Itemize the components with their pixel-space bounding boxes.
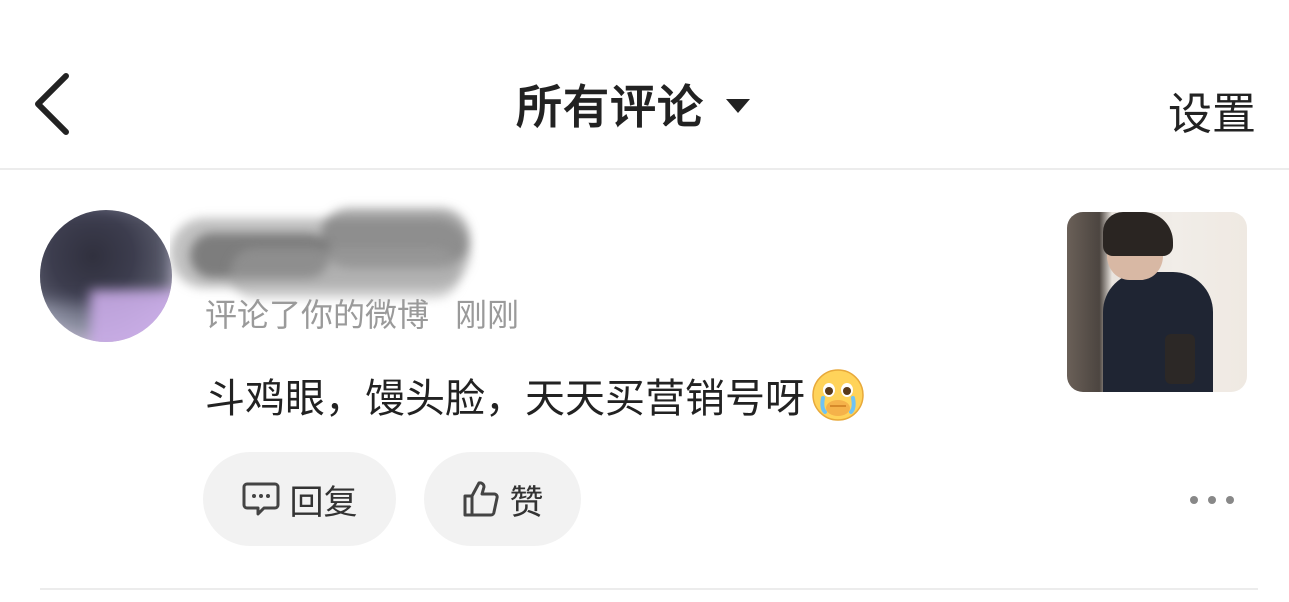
more-options-button[interactable] [1190,488,1234,512]
page-title: 所有评论 [516,80,704,134]
avatar[interactable] [40,210,172,342]
comment-text: 斗鸡眼，馒头脸，天天买营销号呀 [205,376,805,422]
comment-filter-dropdown[interactable]: 所有评论 [516,74,750,134]
caret-down-icon [726,99,750,113]
dot-icon [1208,496,1216,504]
top-nav-bar: 所有评论 设置 [0,0,1289,170]
dot-icon [1226,496,1234,504]
crying-face-emoji [811,368,865,422]
settings-button[interactable]: 设置 [1168,78,1256,142]
comment-body: 斗鸡眼，馒头脸，天天买营销号呀 [205,366,865,424]
reply-label: 回复 [289,482,358,523]
weibo-post-thumbnail[interactable] [1067,212,1247,392]
comment-meta: 评论了你的微博 刚刚 [205,290,519,336]
comment-action-text: 评论了你的微博 [205,296,430,334]
comment-bubble-icon [242,482,279,516]
back-button[interactable] [30,72,78,136]
like-label: 赞 [509,482,544,523]
thumbs-up-icon [463,481,499,517]
comment-timestamp: 刚刚 [455,296,520,334]
dot-icon [1190,496,1198,504]
like-button[interactable]: 赞 [424,452,581,546]
reply-button[interactable]: 回复 [203,452,396,546]
divider [40,588,1258,590]
chevron-left-icon [35,73,69,135]
